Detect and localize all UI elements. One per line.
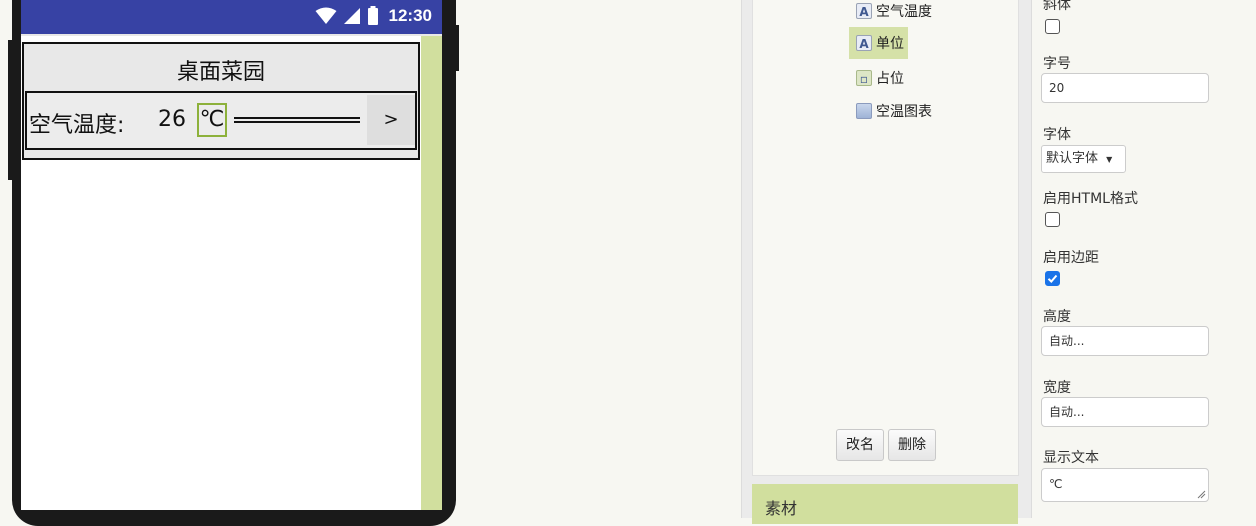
next-button[interactable]: >	[367, 95, 415, 145]
tree-item-chart[interactable]: 空温图表	[856, 99, 932, 123]
italic-checkbox[interactable]	[1045, 19, 1060, 34]
tree-item-air-temp[interactable]: A 空气温度	[856, 0, 934, 22]
status-bar: 12:30	[21, 0, 442, 34]
wifi-icon	[315, 7, 337, 24]
phone-side-button	[8, 40, 14, 180]
margins-checkbox[interactable]	[1045, 271, 1060, 286]
assets-title: 素材	[765, 499, 798, 518]
screen-scroll-strip	[421, 36, 442, 510]
delete-button[interactable]: 删除	[888, 429, 936, 461]
tree-item-placeholder[interactable]: ▫ 占位	[856, 66, 904, 90]
height-label: 高度	[1043, 309, 1071, 325]
rename-button[interactable]: 改名	[836, 429, 884, 461]
dropdown-arrow-icon: ▼	[1106, 155, 1113, 164]
font-size-input[interactable]: 20	[1041, 73, 1209, 103]
margins-label: 启用边距	[1043, 250, 1099, 266]
phone-screen: 桌面菜园 空气温度: 26 ℃ >	[21, 34, 442, 510]
text-value: ℃	[1049, 477, 1063, 491]
width-label: 宽度	[1043, 380, 1071, 396]
width-input[interactable]: 自动...	[1041, 397, 1209, 427]
html-format-checkbox[interactable]	[1045, 212, 1060, 227]
label-icon: A	[856, 35, 872, 51]
font-size-label: 字号	[1043, 56, 1071, 72]
battery-icon	[367, 6, 378, 25]
space-icon: ▫	[856, 70, 872, 86]
unit-label[interactable]: ℃	[197, 103, 227, 137]
phone-side-button	[455, 25, 459, 71]
italic-label: 斜体	[1043, 0, 1071, 13]
font-family-label: 字体	[1043, 127, 1071, 143]
signal-icon	[343, 8, 360, 24]
tree-item-unit[interactable]: A 单位	[849, 27, 908, 59]
font-family-select[interactable]: 默认字体 ▼	[1041, 145, 1126, 173]
html-format-label: 启用HTML格式	[1043, 191, 1138, 207]
placeholder-line[interactable]	[234, 117, 360, 123]
horizontal-arrangement[interactable]: 空气温度: 26 ℃ >	[25, 91, 417, 150]
vertical-arrangement[interactable]: 桌面菜园 空气温度: 26 ℃ >	[22, 42, 420, 160]
height-input[interactable]: 自动...	[1041, 326, 1209, 356]
tree-item-label: 占位	[876, 71, 904, 87]
clock: 12:30	[388, 6, 432, 25]
air-temp-value[interactable]: 26	[158, 107, 186, 132]
label-icon: A	[856, 3, 872, 19]
assets-header[interactable]: 素材	[752, 484, 1018, 524]
font-family-value: 默认字体	[1046, 151, 1099, 166]
tree-item-label: 空气温度	[876, 4, 932, 20]
checkmark-icon	[1047, 274, 1058, 283]
chart-icon	[856, 103, 872, 119]
air-temp-label[interactable]: 空气温度:	[29, 107, 124, 139]
resize-handle-icon[interactable]	[1197, 490, 1206, 499]
text-textarea[interactable]: ℃	[1041, 468, 1209, 502]
text-label: 显示文本	[1043, 450, 1099, 466]
app-title-label[interactable]: 桌面菜园	[24, 54, 418, 86]
tree-item-label: 单位	[876, 36, 904, 52]
tree-item-label: 空温图表	[876, 104, 932, 120]
